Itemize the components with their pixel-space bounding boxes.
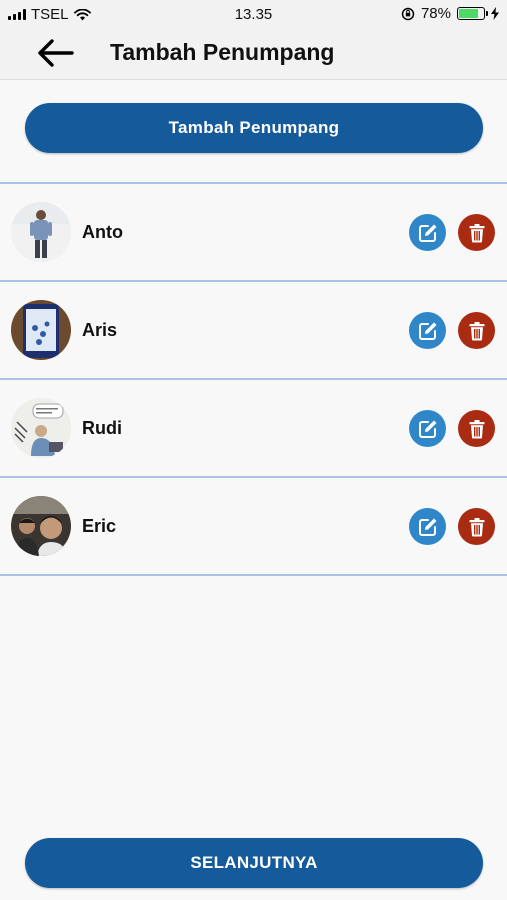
passenger-name: Anto: [82, 222, 123, 242]
back-button[interactable]: [34, 37, 78, 69]
nav-bar: Tambah Penumpang: [0, 28, 507, 80]
delete-passenger-button[interactable]: [458, 410, 495, 447]
avatar: [11, 496, 71, 556]
edit-passenger-button[interactable]: [409, 214, 446, 251]
edit-icon: [418, 420, 436, 438]
edit-passenger-button[interactable]: [409, 508, 446, 545]
passenger-name: Rudi: [82, 418, 122, 438]
status-right: 78%: [401, 5, 499, 22]
orientation-lock-icon: [401, 7, 415, 20]
delete-passenger-button[interactable]: [458, 508, 495, 545]
edit-icon: [418, 322, 436, 340]
battery-percent: 78%: [420, 5, 451, 22]
passenger-row: Aris: [0, 282, 507, 378]
passenger-name: Aris: [82, 320, 118, 340]
passenger-row: Anto: [0, 184, 507, 280]
arrow-left-icon: [38, 39, 74, 67]
page-title: Tambah Penumpang: [110, 39, 335, 65]
avatar: [11, 300, 71, 360]
trash-icon: [469, 419, 484, 438]
battery-icon: [457, 7, 488, 20]
status-bar: TSEL 13.35 78%: [0, 0, 507, 28]
passenger-name: Eric: [82, 516, 117, 536]
avatar: [11, 398, 71, 458]
edit-passenger-button[interactable]: [409, 410, 446, 447]
add-passenger-button[interactable]: Tambah Penumpang: [25, 103, 483, 153]
trash-icon: [469, 223, 484, 242]
passenger-row: Rudi: [0, 380, 507, 476]
edit-icon: [418, 518, 436, 536]
battery-level-fill: [459, 9, 478, 18]
delete-passenger-button[interactable]: [458, 312, 495, 349]
edit-icon: [418, 224, 436, 242]
list-divider: [0, 574, 507, 576]
edit-passenger-button[interactable]: [409, 312, 446, 349]
charging-icon: [491, 7, 499, 20]
passenger-list: Anto Aris Rudi Eric: [0, 182, 507, 576]
avatar: [11, 202, 71, 262]
trash-icon: [469, 517, 484, 536]
passenger-row: Eric: [0, 478, 507, 574]
delete-passenger-button[interactable]: [458, 214, 495, 251]
trash-icon: [469, 321, 484, 340]
next-button[interactable]: SELANJUTNYA: [25, 838, 483, 888]
